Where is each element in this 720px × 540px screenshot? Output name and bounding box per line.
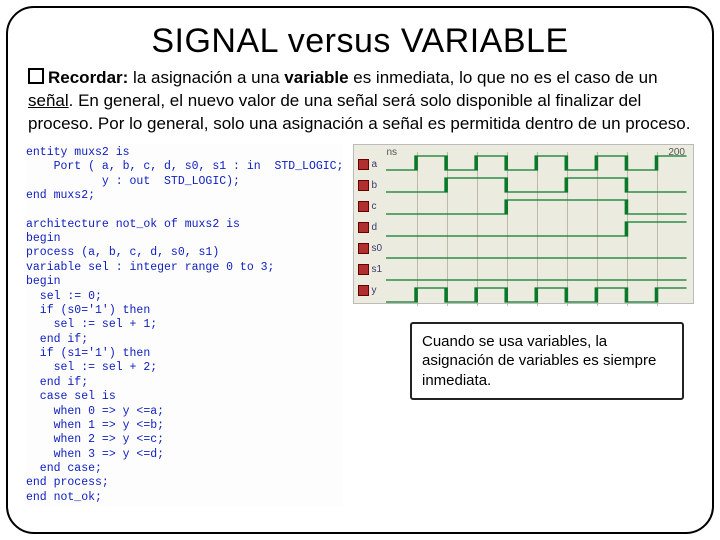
slide-title: SIGNAL versus VARIABLE — [26, 22, 694, 61]
wave-track — [386, 286, 687, 304]
slide-frame: SIGNAL versus VARIABLE Recordar: la asig… — [6, 6, 714, 534]
wave-track — [386, 220, 687, 238]
wave-row: a — [382, 153, 687, 173]
lead-word: Recordar: — [48, 68, 128, 87]
wave-row: s1 — [382, 263, 687, 283]
wave-signal-label: c — [358, 201, 376, 212]
signal-marker-icon — [358, 264, 369, 275]
wave-row: c — [382, 197, 687, 217]
body-rest: la asignación a una variable es inmediat… — [28, 68, 690, 133]
vhdl-code-block: entity muxs2 is Port ( a, b, c, d, s0, s… — [26, 144, 343, 507]
wave-signal-label: d — [358, 222, 377, 233]
wave-track — [386, 198, 687, 216]
wave-row: s0 — [382, 241, 687, 261]
wave-signal-label: b — [358, 180, 377, 191]
signal-marker-icon — [358, 159, 369, 170]
callout-box: Cuando se usa variables, la asignación d… — [410, 322, 684, 401]
wave-row: y — [382, 285, 687, 305]
wave-signal-label: s0 — [358, 243, 382, 254]
signal-marker-icon — [358, 180, 369, 191]
signal-marker-icon — [358, 285, 369, 296]
waveform-panel: ns 200 abcds0s1y — [353, 144, 694, 304]
body-paragraph: Recordar: la asignación a una variable e… — [28, 67, 692, 136]
content-row: entity muxs2 is Port ( a, b, c, d, s0, s… — [26, 144, 694, 507]
wave-track — [386, 264, 687, 282]
bullet-icon — [28, 68, 44, 84]
wave-row: d — [382, 219, 687, 239]
wave-signal-label: s1 — [358, 264, 382, 275]
right-column: ns 200 abcds0s1y Cuando se usa variables… — [353, 144, 694, 507]
signal-marker-icon — [358, 201, 369, 212]
wave-track — [386, 176, 687, 194]
wave-signal-label: a — [358, 159, 377, 170]
signal-marker-icon — [358, 222, 369, 233]
wave-signal-label: y — [358, 285, 376, 296]
wave-row: b — [382, 175, 687, 195]
wave-track — [386, 154, 687, 172]
wave-track — [386, 242, 687, 260]
signal-marker-icon — [358, 243, 369, 254]
